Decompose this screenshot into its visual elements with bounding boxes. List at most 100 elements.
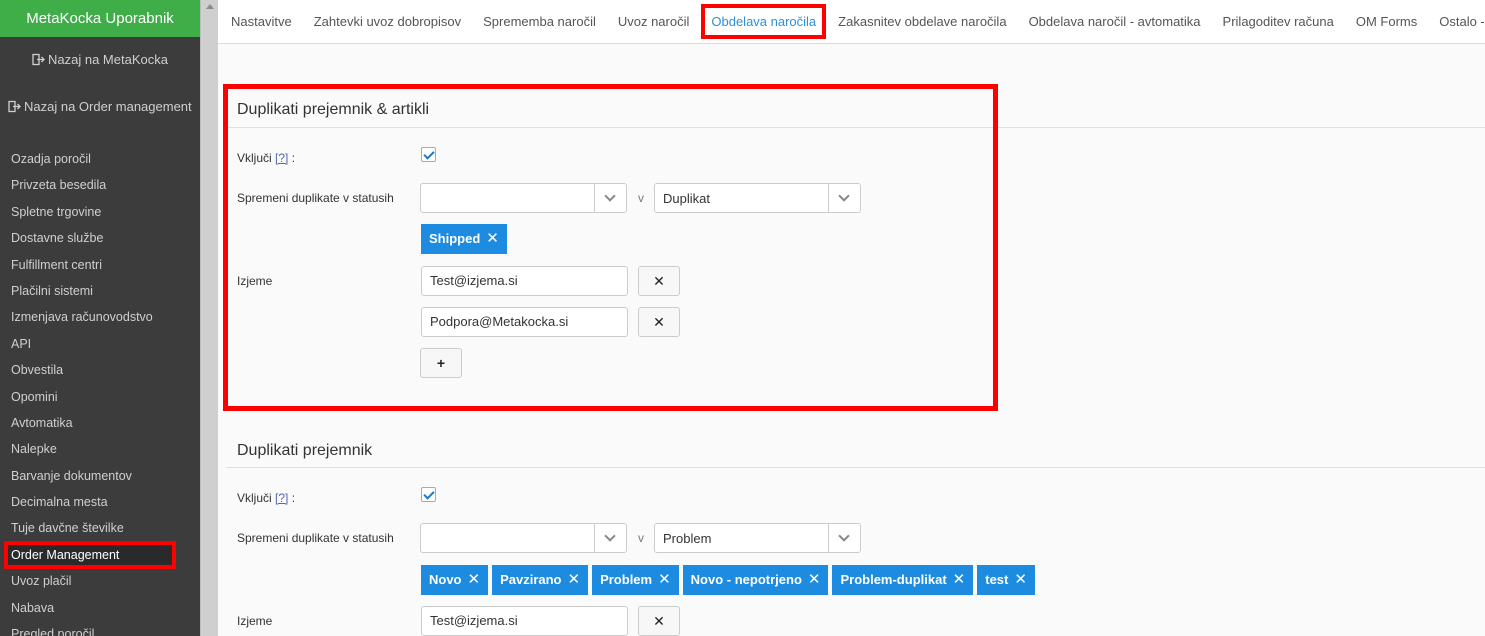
tab-zahtevki-uvoz-dobropisov[interactable]: Zahtevki uvoz dobropisov	[314, 14, 461, 29]
section1-enable-text: Vključi	[237, 151, 272, 165]
sidebar-item-obvestila[interactable]: Obvestila	[0, 357, 200, 383]
tab-sprememba-narocil[interactable]: Sprememba naročil	[483, 14, 596, 29]
status-tag-novo: Novo ✕	[421, 565, 489, 595]
sidebar-item-spletne-trgovine[interactable]: Spletne trgovine	[0, 199, 200, 225]
sidebar-item-pregled-porocil[interactable]: Pregled poročil	[0, 621, 200, 636]
sidebar-item-nabava[interactable]: Nabava	[0, 595, 200, 621]
sidebar-item-api[interactable]: API	[0, 331, 200, 357]
tab-nastavitve[interactable]: Nastavitve	[231, 14, 292, 29]
status-tag-label: Problem	[600, 572, 653, 587]
section2-status-tags: Novo ✕ Pavzirano ✕ Problem ✕ Novo - nepo…	[421, 565, 1039, 595]
sidebar-item-dostavne-sluzbe[interactable]: Dostavne službe	[0, 225, 200, 251]
section2-divider	[226, 467, 1485, 468]
chevron-down-icon[interactable]	[828, 524, 860, 552]
section1-enable-checkbox[interactable]	[421, 147, 436, 162]
status-tag-problem: Problem ✕	[592, 565, 679, 595]
sidebar-nav: Ozadja poročil Privzeta besedila Spletne…	[0, 146, 200, 636]
section2-target-status-select[interactable]: Problem	[654, 523, 861, 553]
section1-exceptions-label: Izjeme	[237, 274, 273, 288]
sidebar-item-izmenjava-racunovodstvo[interactable]: Izmenjava računovodstvo	[0, 304, 200, 330]
section2-enable-text: Vključi	[237, 491, 272, 505]
tab-obdelava-narocila[interactable]: Obdelava naročila	[701, 4, 827, 39]
remove-tag-icon[interactable]: ✕	[1014, 565, 1027, 595]
section1-enable-label: Vključi [?] :	[237, 151, 295, 165]
tab-ostalo-zahtevki[interactable]: Ostalo - zahtev	[1439, 14, 1485, 29]
tab-prilagoditev-racuna[interactable]: Prilagoditev računa	[1223, 14, 1334, 29]
status-tag-shipped: Shipped ✕	[421, 224, 507, 254]
section1-divider	[226, 127, 1485, 128]
status-tag-label: Novo - nepotrjeno	[690, 572, 802, 587]
tab-bar: Nastavitve Zahtevki uvoz dobropisov Spre…	[218, 0, 1485, 44]
back-to-order-management-link[interactable]: Nazaj na Order management	[8, 99, 192, 114]
chevron-down-icon[interactable]	[594, 184, 626, 212]
scroll-up-arrow-icon[interactable]	[206, 4, 214, 9]
section2-target-status-value: Problem	[663, 530, 712, 546]
section2-exception-input-1[interactable]: Test@izjema.si	[421, 606, 628, 636]
tab-om-forms[interactable]: OM Forms	[1356, 14, 1417, 29]
status-tag-label: Problem-duplikat	[840, 572, 947, 587]
back-to-metakocka-label: Nazaj na MetaKocka	[48, 52, 168, 67]
section1-v-label: v	[638, 191, 644, 205]
sidebar-item-order-management[interactable]: Order Management	[4, 540, 176, 570]
sidebar-item-placilni-sistemi[interactable]: Plačilni sistemi	[0, 278, 200, 304]
status-tag-test: test ✕	[977, 565, 1035, 595]
status-tag-label: Novo	[429, 572, 462, 587]
section1-target-status-select[interactable]: Duplikat	[654, 183, 861, 213]
section1-status-tags: Shipped ✕	[421, 224, 511, 254]
status-tag-novo-nepotrjeno: Novo - nepotrjeno ✕	[682, 565, 829, 595]
status-tag-pavzirano: Pavzirano ✕	[492, 565, 589, 595]
tab-obdelava-narocil-avtomatika[interactable]: Obdelava naročil - avtomatika	[1029, 14, 1201, 29]
section1-add-exception-button[interactable]: +	[420, 348, 462, 378]
sidebar-item-avtomatika[interactable]: Avtomatika	[0, 410, 200, 436]
status-tag-label: test	[985, 572, 1009, 587]
tab-uvoz-narocil[interactable]: Uvoz naročil	[618, 14, 690, 29]
sidebar-item-ozadja-porocil[interactable]: Ozadja poročil	[0, 146, 200, 172]
sidebar-item-decimalna-mesta[interactable]: Decimalna mesta	[0, 489, 200, 515]
remove-tag-icon[interactable]: ✕	[658, 565, 671, 595]
section1-target-status-value: Duplikat	[663, 190, 710, 206]
status-tag-problem-duplikat: Problem-duplikat ✕	[832, 565, 974, 595]
sidebar-item-privzeta-besedila[interactable]: Privzeta besedila	[0, 172, 200, 198]
sidebar-item-barvanje-dokumentov[interactable]: Barvanje dokumentov	[0, 463, 200, 489]
section2-title: Duplikati prejemnik	[237, 442, 373, 459]
section2-v-label: v	[638, 531, 644, 545]
remove-tag-icon[interactable]: ✕	[808, 565, 821, 595]
chevron-down-icon[interactable]	[828, 184, 860, 212]
status-tag-label: Pavzirano	[500, 572, 562, 587]
sidebar-title[interactable]: MetaKocka Uporabnik	[0, 0, 200, 37]
chevron-down-icon[interactable]	[594, 524, 626, 552]
sidebar-item-opomini[interactable]: Opomini	[0, 384, 200, 410]
back-to-order-management-label: Nazaj na Order management	[24, 99, 192, 114]
section1-colon: :	[291, 151, 296, 165]
back-to-metakocka-link[interactable]: Nazaj na MetaKocka	[32, 52, 168, 67]
sign-out-icon	[32, 53, 45, 66]
sidebar-item-uvoz-placil[interactable]: Uvoz plačil	[0, 568, 200, 594]
section1-status-select[interactable]	[420, 183, 627, 213]
section2-exceptions-label: Izjeme	[237, 614, 273, 628]
remove-tag-icon[interactable]: ✕	[568, 565, 581, 595]
remove-tag-icon[interactable]: ✕	[468, 565, 481, 595]
section1-remove-exception-1-button[interactable]: ✕	[638, 266, 680, 296]
sign-out-icon	[8, 100, 21, 113]
section2-remove-exception-1-button[interactable]: ✕	[638, 606, 680, 636]
remove-tag-icon[interactable]: ✕	[953, 565, 966, 595]
section1-exception-input-1[interactable]: Test@izjema.si	[421, 266, 628, 296]
sidebar-item-tuje-davcne-stevilke[interactable]: Tuje davčne številke	[0, 515, 200, 541]
section2-status-label: Spremeni duplikate v statusih	[237, 531, 394, 545]
sidebar-item-fulfillment-centri[interactable]: Fulfillment centri	[0, 252, 200, 278]
section1-exception-input-2[interactable]: Podpora@Metakocka.si	[421, 307, 628, 337]
section2-help-link[interactable]: [?]	[275, 491, 288, 505]
sidebar-item-nalepke[interactable]: Nalepke	[0, 436, 200, 462]
sidebar: MetaKocka Uporabnik Nazaj na MetaKocka N…	[0, 0, 200, 636]
section2-enable-label: Vključi [?] :	[237, 491, 295, 505]
section1-help-link[interactable]: [?]	[275, 151, 288, 165]
section2-colon: :	[291, 491, 296, 505]
section2-enable-checkbox[interactable]	[421, 487, 436, 502]
sidebar-scrollbar[interactable]	[200, 0, 218, 636]
tab-zakasnitev-obdelave-narocila[interactable]: Zakasnitev obdelave naročila	[838, 14, 1006, 29]
section1-title: Duplikati prejemnik & artikli	[237, 101, 430, 118]
section2-status-select[interactable]	[420, 523, 627, 553]
main-content: Nastavitve Zahtevki uvoz dobropisov Spre…	[218, 0, 1485, 636]
section1-remove-exception-2-button[interactable]: ✕	[638, 307, 680, 337]
remove-tag-icon[interactable]: ✕	[486, 224, 499, 254]
